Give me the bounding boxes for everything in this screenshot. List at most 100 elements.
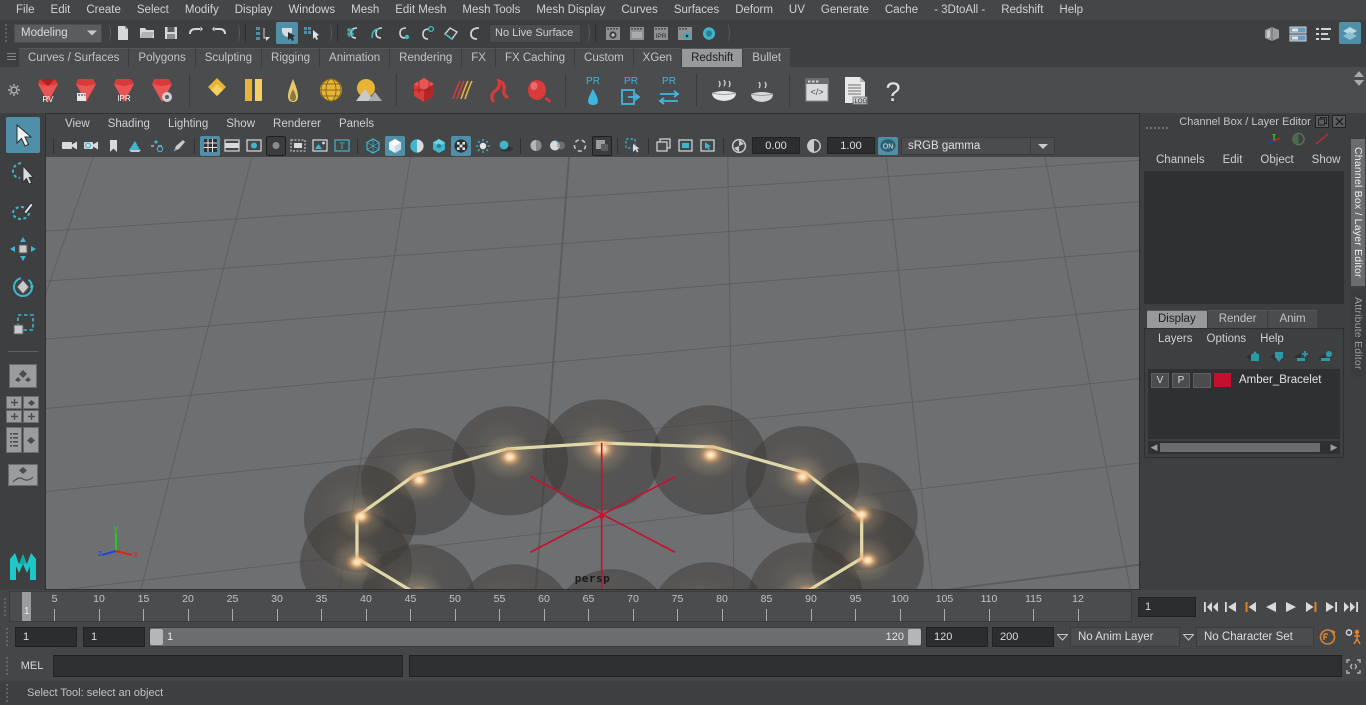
select-by-hierarchy-icon[interactable] (252, 22, 274, 44)
redshift-render-settings-icon[interactable] (144, 70, 180, 110)
smooth-shade-all-icon[interactable] (385, 135, 405, 156)
viewport-menu-view[interactable]: View (56, 116, 99, 132)
toggle-layer-editor-icon[interactable] (1339, 22, 1361, 44)
close-panel-icon[interactable] (1332, 115, 1346, 128)
use-all-lights-icon[interactable] (473, 136, 493, 156)
menu-select[interactable]: Select (129, 1, 177, 19)
redshift-bake-set-icon[interactable] (744, 70, 780, 110)
command-language-label[interactable]: MEL (11, 660, 53, 672)
camera-attributes-icon[interactable] (81, 136, 101, 156)
current-frame-field[interactable]: 1 (1138, 596, 1196, 617)
render-region-icon[interactable] (626, 22, 648, 44)
toggle-gate-mask-icon[interactable] (266, 135, 286, 156)
toggle-attribute-editor-icon[interactable] (1261, 22, 1283, 44)
menu-uv[interactable]: UV (781, 1, 813, 19)
quick-layout-persp-graph[interactable] (6, 457, 40, 493)
redshift-render-sequence-icon[interactable] (68, 70, 104, 110)
command-input[interactable] (53, 655, 403, 677)
menu-mesh[interactable]: Mesh (343, 1, 387, 19)
tab-anim-layers[interactable]: Anim (1267, 309, 1317, 328)
menu-generate[interactable]: Generate (813, 1, 877, 19)
play-backwards-icon[interactable] (1262, 597, 1280, 617)
redo-icon[interactable] (208, 22, 230, 44)
gamma-icon[interactable] (804, 136, 824, 156)
redshift-bake-icon[interactable] (706, 70, 742, 110)
menu-edit-mesh[interactable]: Edit Mesh (387, 1, 454, 19)
scroll-thumb[interactable] (1160, 442, 1320, 452)
open-scene-icon[interactable] (136, 22, 158, 44)
menu-mesh-display[interactable]: Mesh Display (528, 1, 613, 19)
redshift-log-icon[interactable]: .LOG (837, 70, 873, 110)
new-scene-icon[interactable] (112, 22, 134, 44)
lasso-select-tool[interactable] (6, 155, 40, 191)
redshift-script-icon[interactable]: </> (799, 70, 835, 110)
undock-panel-icon[interactable] (1315, 115, 1329, 128)
move-tool[interactable] (6, 231, 40, 267)
wireframe-shading-icon[interactable] (363, 136, 383, 156)
quick-layout-single-perspective[interactable] (6, 358, 40, 394)
snap-projected-center-icon[interactable] (416, 22, 438, 44)
toggle-resolution-gate-icon[interactable] (244, 136, 264, 156)
redshift-help-icon[interactable]: ? (875, 70, 911, 110)
shelf-tab-fx[interactable]: FX (461, 48, 495, 67)
menu-edit[interactable]: Edit (43, 1, 79, 19)
menu-windows[interactable]: Windows (280, 1, 343, 19)
go-to-start-icon[interactable] (1202, 597, 1220, 617)
tab-render-layers[interactable]: Render (1206, 309, 1268, 328)
auto-key-icon[interactable] (1314, 628, 1340, 646)
playback-end-time-field[interactable]: 120 (926, 627, 988, 647)
anim-layer-dropdown-arrow[interactable] (1054, 633, 1070, 641)
time-slider-ticks[interactable]: 1 5 10 15 20 25 30 35 40 45 50 55 60 65 70 75 80 85 90 95 1… (9, 591, 1132, 622)
new-layer-icon[interactable] (1293, 350, 1309, 366)
make-live-icon[interactable] (464, 22, 486, 44)
anim-layer-select[interactable]: No Anim Layer (1070, 627, 1180, 647)
step-back-keyframe-icon[interactable] (1222, 597, 1240, 617)
menu-mesh-tools[interactable]: Mesh Tools (454, 1, 528, 19)
shelf-tab-rigging[interactable]: Rigging (261, 48, 320, 67)
save-scene-icon[interactable] (160, 22, 182, 44)
redshift-light-spot-icon[interactable] (275, 70, 311, 110)
panel-grip-2[interactable] (1146, 120, 1174, 129)
undo-icon[interactable] (184, 22, 206, 44)
shelf-tab-rendering[interactable]: Rendering (389, 48, 462, 67)
menu-help[interactable]: Help (1051, 1, 1091, 19)
shelf-scroll-down-icon[interactable] (1354, 80, 1364, 86)
menu-display[interactable]: Display (227, 1, 281, 19)
layer-name[interactable]: Amber_Bracelet (1239, 374, 1321, 386)
select-camera-icon[interactable] (59, 136, 79, 156)
viewport-menu-lighting[interactable]: Lighting (159, 116, 217, 132)
snap-view-plane-icon[interactable] (440, 22, 462, 44)
layer-visibility-toggle[interactable]: V (1151, 372, 1169, 388)
redshift-light-dome-icon[interactable] (313, 70, 349, 110)
redshift-proxy-icon[interactable] (406, 70, 442, 110)
layer-menu-help[interactable]: Help (1253, 331, 1291, 347)
multisample-aa-icon[interactable] (570, 136, 590, 156)
shadows-icon[interactable] (495, 136, 515, 156)
scroll-right-icon[interactable]: ▶ (1328, 442, 1340, 453)
viewport-menu-shading[interactable]: Shading (99, 116, 159, 132)
exposure-icon[interactable] (729, 136, 749, 156)
image-plane-icon[interactable] (125, 136, 145, 156)
redshift-environment-icon[interactable] (351, 70, 387, 110)
render-current-frame-icon[interactable] (602, 22, 624, 44)
shelf-tab-xgen[interactable]: XGen (632, 48, 682, 67)
side-tab-attribute-editor[interactable]: Attribute Editor (1351, 288, 1365, 378)
panel-copy-icon[interactable] (654, 136, 674, 156)
shelf-grip[interactable] (4, 46, 18, 67)
shelf-tab-sculpting[interactable]: Sculpting (194, 48, 262, 67)
status-line-grip[interactable] (2, 22, 10, 44)
manipulator-icon[interactable] (1267, 132, 1283, 149)
step-back-frame-icon[interactable] (1242, 597, 1260, 617)
move-layer-up-icon[interactable] (1245, 350, 1261, 366)
animation-start-time-field[interactable]: 1 (15, 627, 77, 647)
step-forward-keyframe-icon[interactable] (1322, 597, 1340, 617)
tab-display-layers[interactable]: Display (1146, 309, 1207, 328)
textured-mode-icon[interactable] (451, 135, 471, 156)
redshift-ipr-icon[interactable]: IPR (106, 70, 142, 110)
help-line-grip[interactable] (2, 678, 11, 705)
layer-color-swatch[interactable] (1214, 373, 1231, 387)
shelf-tab-fx-caching[interactable]: FX Caching (494, 48, 575, 67)
layer-shading-toggle[interactable] (1193, 372, 1211, 388)
command-line-grip[interactable] (2, 651, 11, 681)
character-set-select[interactable]: No Character Set (1196, 627, 1314, 647)
